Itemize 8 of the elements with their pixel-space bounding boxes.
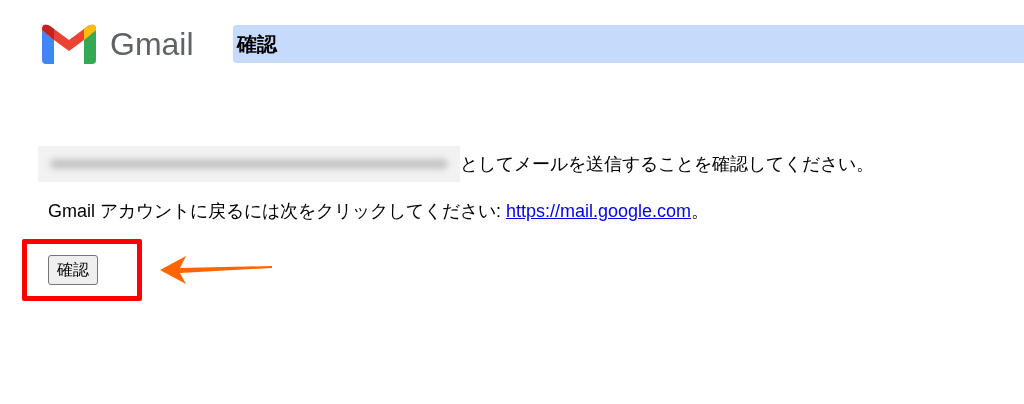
gmail-link[interactable]: https://mail.google.com — [506, 201, 692, 221]
gmail-logo-icon — [42, 24, 96, 64]
page-title: 確認 — [233, 25, 1024, 63]
confirm-button[interactable]: 確認 — [48, 255, 98, 285]
brand-name: Gmail — [110, 28, 194, 60]
confirmation-message: としてメールを送信することを確認してください。 — [460, 152, 874, 176]
return-instruction: Gmail アカウントに戻るには次をクリックしてください: https://mail.google.com。 — [47, 200, 711, 223]
arrow-icon — [160, 254, 272, 286]
